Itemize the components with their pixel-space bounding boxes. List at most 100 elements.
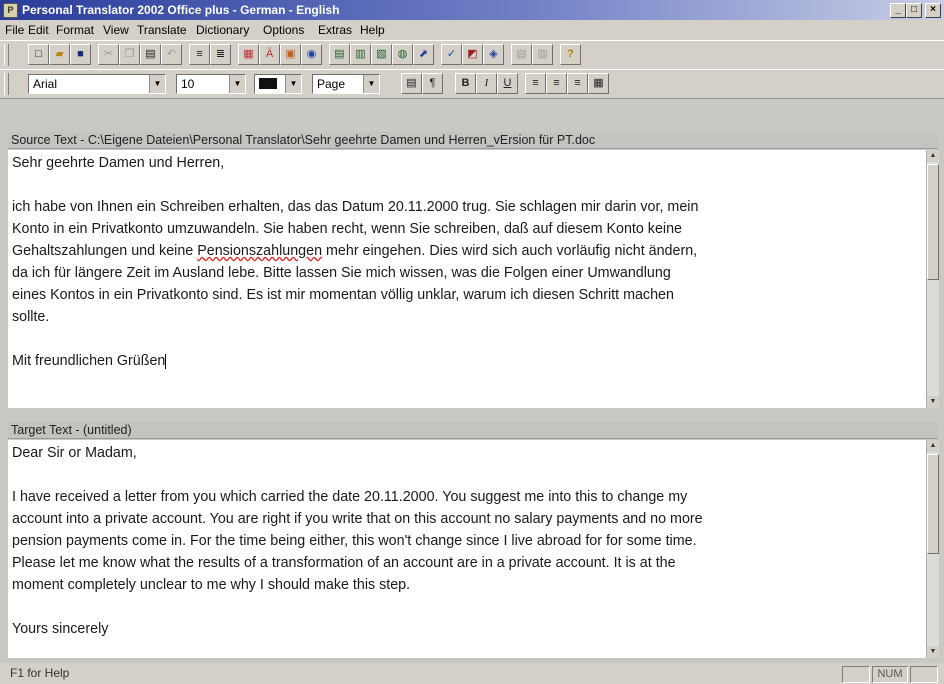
status-indicator-empty (842, 666, 870, 683)
target-pane-header: Target Text - (untitled) (8, 422, 938, 439)
cut-icon[interactable]: ✂ (98, 44, 119, 65)
underline-icon[interactable]: U (497, 73, 518, 94)
menu-view[interactable]: View (103, 23, 129, 37)
target-line: moment completely unclear to me why I sh… (12, 577, 411, 593)
menu-extras[interactable]: Extras (318, 23, 352, 37)
window-title: Personal Translator 2002 Office plus - G… (22, 3, 340, 17)
title-bar: P Personal Translator 2002 Office plus -… (0, 0, 944, 20)
font-color-select[interactable]: ▼ (254, 74, 302, 94)
target-text-pane[interactable]: Dear Sir or Madam, I have received a let… (8, 440, 926, 658)
color-icon[interactable]: ◩ (462, 44, 483, 65)
dictionary-icon[interactable]: ▦ (238, 44, 259, 65)
export-icon[interactable]: ⬈ (413, 44, 434, 65)
close-button[interactable]: × (925, 3, 941, 18)
menu-file[interactable]: File (5, 23, 24, 37)
font-select[interactable]: Arial ▼ (28, 74, 166, 94)
color-swatch (259, 78, 277, 90)
chevron-down-icon[interactable]: ▼ (285, 75, 301, 93)
toolbar-grip[interactable] (4, 73, 9, 95)
page-view-icon[interactable]: ▤ (401, 73, 422, 94)
scroll-down-icon[interactable]: ▼ (927, 646, 939, 658)
italic-icon[interactable]: I (476, 73, 497, 94)
menu-format[interactable]: Format (56, 23, 94, 37)
view-mode-value: Page (317, 77, 346, 91)
spelling-marked-word[interactable]: Pensionszahlungen (197, 243, 322, 259)
align-right-icon[interactable]: ≡ (567, 73, 588, 94)
target-line: pension payments come in. For the time b… (12, 533, 697, 549)
status-bar: F1 for Help NUM (0, 663, 944, 684)
chevron-down-icon[interactable]: ▼ (229, 75, 245, 93)
save-icon[interactable]: ■ (70, 44, 91, 65)
new-icon[interactable]: □ (28, 44, 49, 65)
standard-toolbar: □ ▰ ■ ✂ ❐ ▤ ↶ ≡ ≣ ▦ Ä ▣ ◉ ▤ ▥ ▧ ◍ ⬈ ✓ ◩ … (0, 40, 944, 70)
scroll-up-icon[interactable]: ▲ (927, 150, 939, 162)
font-size-value: 10 (181, 77, 195, 91)
open-icon[interactable]: ▰ (49, 44, 70, 65)
source-scrollbar[interactable]: ▲ ▼ (926, 150, 939, 408)
help-icon[interactable]: ? (560, 44, 581, 65)
translate-sentence-icon[interactable]: ≡ (189, 44, 210, 65)
target-line: I have received a letter from you which … (12, 489, 688, 505)
menu-dictionary[interactable]: Dictionary (196, 23, 249, 37)
source-line: ich habe von Ihnen ein Schreiben erhalte… (12, 199, 699, 215)
source-pane-header: Source Text - C:\Eigene Dateien\Personal… (8, 132, 938, 149)
edit-dictionary-icon[interactable]: ▥ (350, 44, 371, 65)
maximize-button[interactable]: □ (906, 3, 922, 18)
next-icon[interactable]: ▥ (532, 44, 553, 65)
menu-edit[interactable]: Edit (28, 23, 49, 37)
app-icon[interactable]: P (3, 3, 18, 18)
settings-icon[interactable]: ◉ (301, 44, 322, 65)
scroll-down-icon[interactable]: ▼ (927, 396, 939, 408)
paste-icon[interactable]: ▤ (140, 44, 161, 65)
copy-icon[interactable]: ❐ (119, 44, 140, 65)
align-left-icon[interactable]: ≡ (525, 73, 546, 94)
target-scrollbar[interactable]: ▲ ▼ (926, 440, 939, 658)
source-line: Gehaltszahlungen und keine Pensionszahlu… (12, 240, 926, 262)
source-closing-line: Mit freundlichen Grüßen (12, 350, 926, 372)
bold-icon[interactable]: B (455, 73, 476, 94)
status-indicator-empty (910, 666, 938, 683)
toolbar-grip[interactable] (4, 44, 9, 66)
menu-translate[interactable]: Translate (137, 23, 187, 37)
status-help-text: F1 for Help (10, 666, 70, 680)
source-line: Konto in ein Privatkonto umzuwandeln. Si… (12, 221, 682, 237)
target-greeting: Dear Sir or Madam, (12, 445, 137, 461)
source-text-pane[interactable]: Sehr geehrte Damen und Herren, ich habe … (8, 150, 926, 408)
source-closing: Mit freundlichen Grüßen (12, 353, 166, 369)
scroll-thumb[interactable] (927, 454, 939, 554)
alternatives-icon[interactable]: ▣ (280, 44, 301, 65)
view-mode-select[interactable]: Page ▼ (312, 74, 380, 94)
font-value: Arial (33, 77, 58, 91)
check-icon[interactable]: ✓ (441, 44, 462, 65)
target-closing: Yours sincerely (12, 621, 109, 637)
justify-icon[interactable]: ▦ (588, 73, 609, 94)
minimize-button[interactable]: _ (890, 3, 906, 18)
translate-document-icon[interactable]: ≣ (210, 44, 231, 65)
bookmark-icon[interactable]: ▤ (329, 44, 350, 65)
menu-help[interactable]: Help (360, 23, 385, 37)
target-line: account into a private account. You are … (12, 511, 703, 527)
source-greeting: Sehr geehrte Damen und Herren, (12, 155, 225, 171)
scroll-thumb[interactable] (927, 164, 939, 280)
paragraph-marks-icon[interactable]: ¶ (422, 73, 443, 94)
previous-icon[interactable]: ▤ (511, 44, 532, 65)
source-line: eines Kontos in ein Privatkonto sind. Es… (12, 287, 674, 303)
align-center-icon[interactable]: ≡ (546, 73, 567, 94)
search-icon[interactable]: ◍ (392, 44, 413, 65)
formatting-toolbar: Arial ▼ 10 ▼ ▼ Page ▼ ▤ ¶ B I U ≡ ≡ ≡ ▦ (0, 69, 944, 99)
lookup-icon[interactable]: Ä (259, 44, 280, 65)
source-line-segment: mehr eingehen. Dies wird sich auch vorlä… (322, 243, 698, 259)
num-lock-indicator: NUM (872, 666, 908, 683)
undo-icon[interactable]: ↶ (161, 44, 182, 65)
chevron-down-icon[interactable]: ▼ (149, 75, 165, 93)
font-size-select[interactable]: 10 ▼ (176, 74, 246, 94)
speech-icon[interactable]: ◈ (483, 44, 504, 65)
import-icon[interactable]: ▧ (371, 44, 392, 65)
menu-options[interactable]: Options (263, 23, 304, 37)
chevron-down-icon[interactable]: ▼ (363, 75, 379, 93)
scroll-up-icon[interactable]: ▲ (927, 440, 939, 452)
